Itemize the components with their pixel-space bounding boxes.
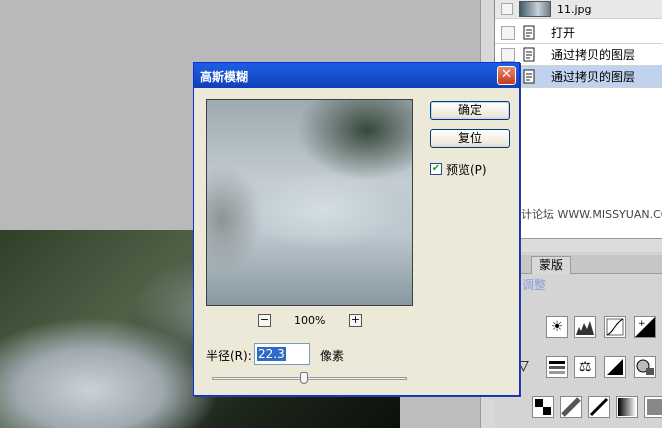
levels-icon[interactable] xyxy=(574,316,596,338)
history-document-icon xyxy=(523,69,537,84)
posterize-icon[interactable] xyxy=(560,396,582,418)
history-item-label: 通过拷贝的图层 xyxy=(551,70,636,84)
preview-checkbox-label[interactable]: 预览(P) xyxy=(446,161,487,178)
black-white-icon[interactable] xyxy=(604,356,626,378)
selective-color-icon[interactable] xyxy=(644,396,662,418)
curves-icon[interactable] xyxy=(604,316,626,338)
snapshot-thumbnail xyxy=(519,1,551,17)
zoom-level: 100% xyxy=(294,314,326,327)
preview-checkbox[interactable]: ✔ xyxy=(430,163,442,175)
blur-preview-image[interactable] xyxy=(206,99,413,306)
history-document-icon xyxy=(523,25,537,40)
gradient-map-icon[interactable] xyxy=(616,396,638,418)
ok-button[interactable]: 确定 xyxy=(430,101,510,120)
history-item-label: 打开 xyxy=(551,26,576,40)
hue-saturation-icon[interactable] xyxy=(546,356,568,378)
tab-masks[interactable]: 蒙版 xyxy=(531,256,571,274)
gaussian-blur-dialog: 高斯模糊 ✕ − 100% + 确定 复位 ✔ 预览(P) 半径(R): 22.… xyxy=(193,62,520,396)
zoom-out-button[interactable]: − xyxy=(258,314,271,327)
dialog-titlebar[interactable]: 高斯模糊 ✕ xyxy=(194,63,519,88)
invert-icon[interactable] xyxy=(532,396,554,418)
reset-button[interactable]: 复位 xyxy=(430,129,510,148)
color-balance-icon[interactable]: ⚖ xyxy=(574,356,596,378)
photo-filter-icon[interactable] xyxy=(634,356,656,378)
history-snapshot[interactable]: 11.jpg xyxy=(495,0,662,19)
brightness-icon[interactable]: ☀ xyxy=(546,316,568,338)
radius-label: 半径(R): xyxy=(206,349,252,363)
radius-slider-track[interactable] xyxy=(212,377,407,380)
brush-source-checkbox[interactable] xyxy=(501,3,513,15)
history-item-layer-via-copy[interactable]: 通过拷贝的图层 xyxy=(495,44,662,66)
radius-slider-thumb[interactable] xyxy=(300,372,308,384)
zoom-in-button[interactable]: + xyxy=(349,314,362,327)
close-button[interactable]: ✕ xyxy=(497,66,516,85)
history-item-checkbox[interactable] xyxy=(501,25,515,40)
exposure-icon[interactable]: + xyxy=(634,316,656,338)
threshold-icon[interactable] xyxy=(588,396,610,418)
radius-input[interactable]: 22.3 xyxy=(254,343,310,365)
radius-value: 22.3 xyxy=(257,347,286,361)
history-item-label: 通过拷贝的图层 xyxy=(551,48,636,62)
snapshot-label: 11.jpg xyxy=(557,2,592,16)
history-item-checkbox[interactable] xyxy=(501,47,515,62)
svg-text:+: + xyxy=(638,319,646,329)
history-document-icon xyxy=(523,47,537,62)
history-item-layer-via-copy-selected[interactable]: 通过拷贝的图层 xyxy=(495,66,662,88)
history-item-open[interactable]: 打开 xyxy=(495,22,662,44)
dialog-title: 高斯模糊 xyxy=(200,70,249,84)
radius-unit-label: 像素 xyxy=(320,349,345,363)
adjustments-title: 调整 xyxy=(522,278,547,292)
